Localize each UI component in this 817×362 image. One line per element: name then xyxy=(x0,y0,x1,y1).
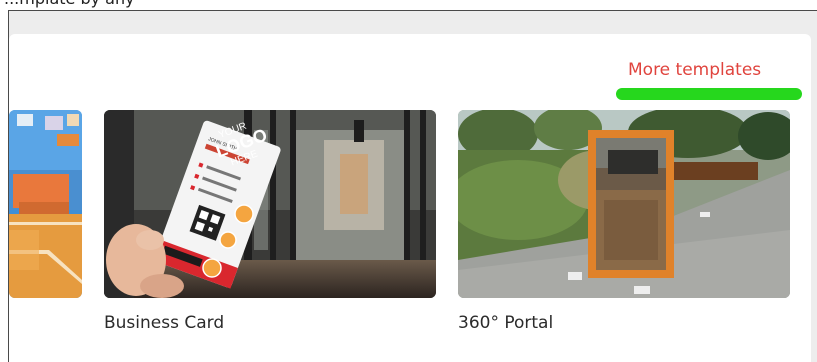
phone-icon xyxy=(234,204,254,224)
card-label-business-card[interactable]: Business Card xyxy=(104,313,224,333)
more-templates-link[interactable]: More templates xyxy=(628,60,761,80)
classroom-thumbnail xyxy=(9,110,82,298)
top-strip: ...mplate by any xyxy=(0,0,817,10)
template-card-360-portal[interactable] xyxy=(458,110,790,298)
portal-thumbnail xyxy=(458,110,790,298)
web-icon xyxy=(219,231,237,249)
template-card-classroom[interactable] xyxy=(9,110,82,298)
highlight-mark xyxy=(616,88,802,100)
business-card-thumbnail: JOHN SMITH YOUR LOGO HERE xyxy=(104,110,436,298)
template-card-business-card[interactable]: JOHN SMITH YOUR LOGO HERE xyxy=(104,110,436,298)
card-label-360-portal[interactable]: 360° Portal xyxy=(458,313,553,333)
mail-icon xyxy=(202,258,222,278)
cut-off-heading: ...mplate by any xyxy=(4,0,135,8)
